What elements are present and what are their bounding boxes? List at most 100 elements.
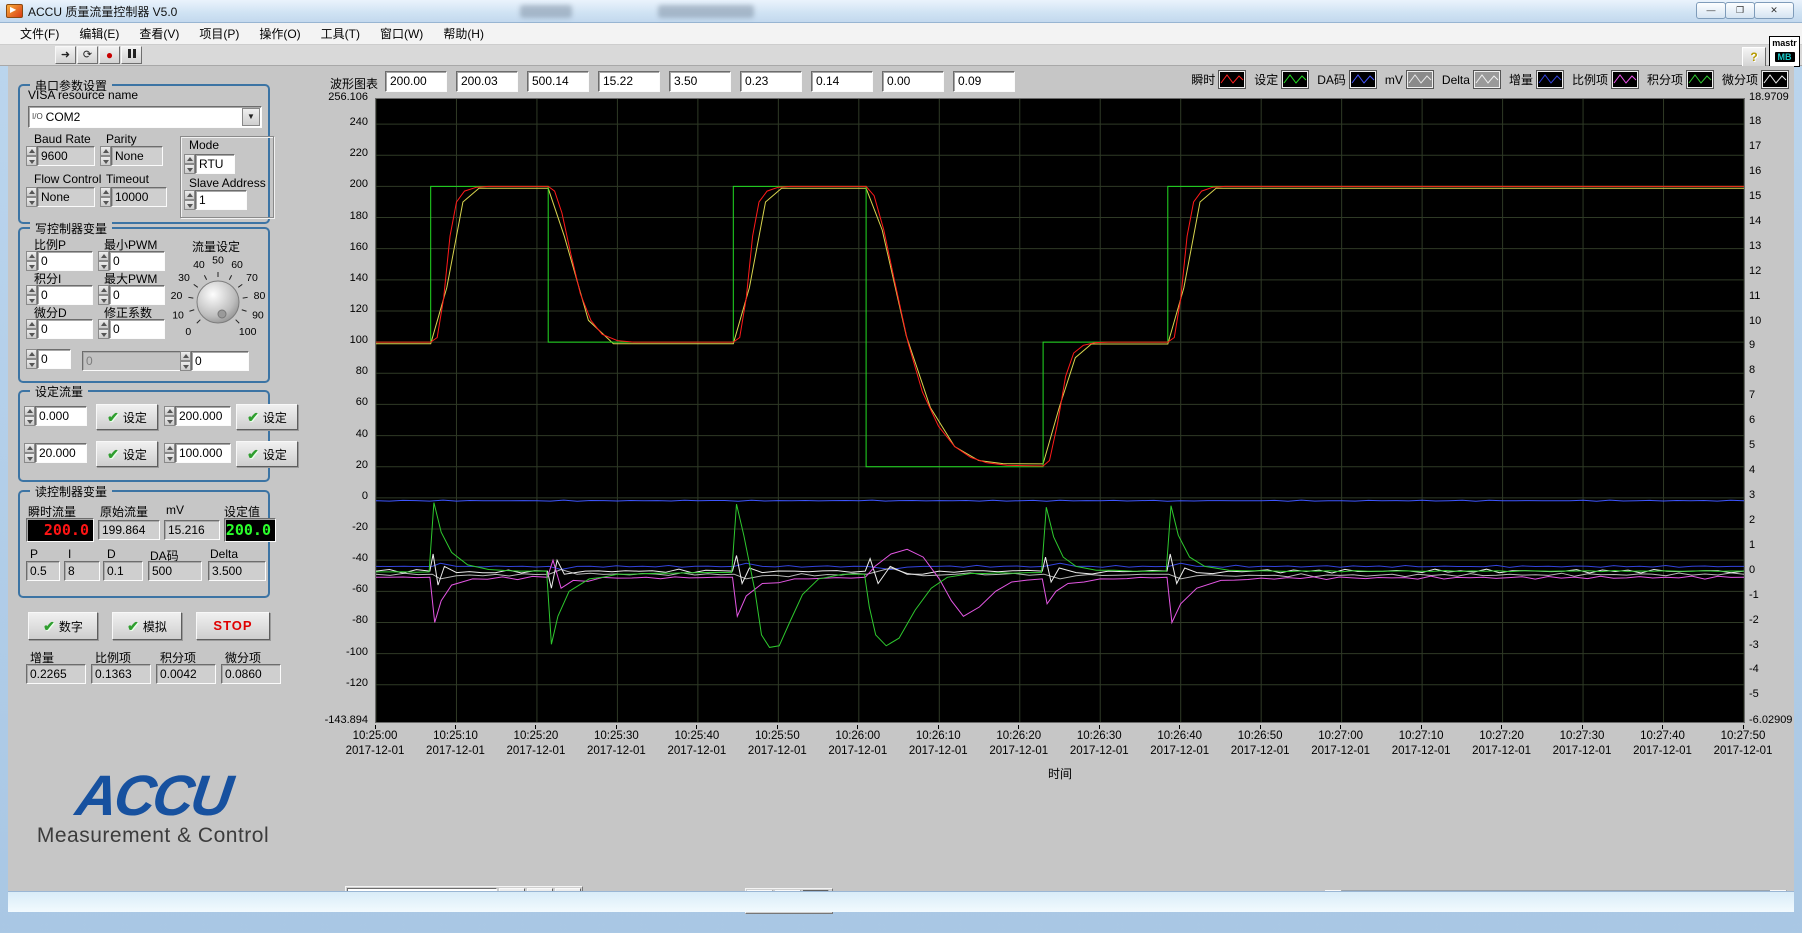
correction-spinner[interactable] bbox=[98, 319, 109, 339]
baud-spinner[interactable] bbox=[26, 146, 37, 166]
legend-item-增量[interactable]: 增量 bbox=[1509, 71, 1563, 88]
setflow4-spinner[interactable] bbox=[164, 443, 175, 463]
check-icon: ✔ bbox=[43, 618, 55, 634]
setflow3-field[interactable]: 20.000 bbox=[35, 443, 87, 463]
legend-plot-icon[interactable] bbox=[1612, 71, 1638, 88]
pause-button[interactable] bbox=[121, 46, 142, 64]
close-button[interactable]: ✕ bbox=[1754, 2, 1794, 19]
chart-value-row: 200.00200.03500.1415.223.500.230.140.000… bbox=[385, 71, 1015, 92]
legend-item-微分项[interactable]: 微分项 bbox=[1722, 71, 1788, 88]
i-gain-spinner[interactable] bbox=[26, 285, 37, 305]
timeout-spinner[interactable] bbox=[100, 187, 111, 207]
help-button[interactable]: ? bbox=[1742, 47, 1766, 67]
legend-plot-icon[interactable] bbox=[1474, 71, 1500, 88]
svg-text:70: 70 bbox=[246, 272, 258, 284]
y-right-tick-label: 2 bbox=[1749, 514, 1755, 526]
legend-plot-icon[interactable] bbox=[1537, 71, 1563, 88]
set-button-2[interactable]: ✔设定 bbox=[236, 404, 298, 430]
i-gain-field[interactable]: 0 bbox=[37, 285, 93, 305]
visa-resource-combo[interactable]: I/O COM2 ▼ bbox=[28, 106, 262, 128]
legend-plot-icon[interactable] bbox=[1687, 71, 1713, 88]
slave-spinner[interactable] bbox=[184, 190, 195, 210]
setflow3-spinner[interactable] bbox=[24, 443, 35, 463]
set-button-1[interactable]: ✔设定 bbox=[96, 404, 158, 430]
knob-value-field[interactable]: 0 bbox=[191, 351, 249, 371]
menu-item-文件(F)[interactable]: 文件(F) bbox=[10, 23, 69, 44]
flow-setpoint-knob[interactable]: 0102030405060708090100 bbox=[156, 250, 280, 348]
d-gain-spinner[interactable] bbox=[26, 319, 37, 339]
mode-spinner[interactable] bbox=[184, 154, 195, 174]
setflow1-field[interactable]: 0.000 bbox=[35, 406, 87, 426]
mode-field[interactable]: RTU bbox=[195, 154, 235, 174]
legend-item-Delta[interactable]: Delta bbox=[1442, 71, 1500, 88]
restore-button[interactable]: ❐ bbox=[1725, 2, 1755, 19]
y-right-tick-label: 6 bbox=[1749, 414, 1755, 426]
d-label: D bbox=[107, 547, 116, 561]
p-gain-spinner[interactable] bbox=[26, 251, 37, 271]
combo-dropdown-icon[interactable]: ▼ bbox=[242, 108, 260, 126]
knob-value-spinner[interactable] bbox=[180, 351, 191, 371]
menu-item-项目(P)[interactable]: 项目(P) bbox=[189, 23, 249, 44]
x-tick-mark bbox=[1179, 725, 1180, 729]
menu-item-编辑(E)[interactable]: 编辑(E) bbox=[69, 23, 129, 44]
flow-spinner[interactable] bbox=[26, 187, 37, 207]
y-left-tick-label: 140 bbox=[350, 272, 368, 284]
legend-item-DA码[interactable]: DA码 bbox=[1317, 71, 1376, 88]
digital-button[interactable]: ✔数字 bbox=[28, 612, 98, 640]
analog-button[interactable]: ✔模拟 bbox=[112, 612, 182, 640]
x-tick-mark bbox=[535, 725, 536, 729]
setflow4-field[interactable]: 100.000 bbox=[175, 443, 231, 463]
setflow2-spinner[interactable] bbox=[164, 406, 175, 426]
setflow1-spinner[interactable] bbox=[24, 406, 35, 426]
legend-plot-icon[interactable] bbox=[1407, 71, 1433, 88]
legend-item-mV[interactable]: mV bbox=[1385, 71, 1433, 88]
legend-plot-icon[interactable] bbox=[1762, 71, 1788, 88]
extra-spinner[interactable] bbox=[26, 349, 37, 369]
plot-canvas[interactable] bbox=[376, 99, 1744, 722]
y-right-tick-label: -5 bbox=[1749, 688, 1759, 700]
legend-item-瞬时[interactable]: 瞬时 bbox=[1191, 71, 1245, 88]
stop-button[interactable]: STOP bbox=[196, 612, 270, 640]
abort-button[interactable]: ● bbox=[99, 46, 120, 64]
setflow2-field[interactable]: 200.000 bbox=[175, 406, 231, 426]
svg-text:0: 0 bbox=[185, 326, 191, 338]
x-tick-date: 2017-12-01 bbox=[1135, 745, 1225, 757]
min-pwm-spinner[interactable] bbox=[98, 251, 109, 271]
legend-item-积分项[interactable]: 积分项 bbox=[1647, 71, 1713, 88]
legend-plot-icon[interactable] bbox=[1282, 71, 1308, 88]
menu-item-帮助(H)[interactable]: 帮助(H) bbox=[433, 23, 494, 44]
run-toolbar: ➜ ⟳ ● bbox=[0, 45, 1802, 66]
set-button-3[interactable]: ✔设定 bbox=[96, 441, 158, 467]
x-tick-mark bbox=[1501, 725, 1502, 729]
parity-spinner[interactable] bbox=[100, 146, 111, 166]
baud-field[interactable]: 9600 bbox=[37, 146, 95, 166]
master-label: mastr bbox=[1770, 37, 1799, 49]
p-gain-field[interactable]: 0 bbox=[37, 251, 93, 271]
x-tick-mark bbox=[1340, 725, 1341, 729]
check-icon: ✔ bbox=[247, 409, 259, 425]
flow-control-field[interactable]: None bbox=[37, 187, 95, 207]
menu-item-操作(O)[interactable]: 操作(O) bbox=[249, 23, 310, 44]
inst-flow-display: 200.0 bbox=[26, 518, 94, 542]
slave-address-field[interactable]: 1 bbox=[195, 190, 247, 210]
max-pwm-spinner[interactable] bbox=[98, 285, 109, 305]
menu-item-查看(V)[interactable]: 查看(V) bbox=[129, 23, 189, 44]
legend-plot-icon[interactable] bbox=[1219, 71, 1245, 88]
set-button-4[interactable]: ✔设定 bbox=[236, 441, 298, 467]
legend-item-设定[interactable]: 设定 bbox=[1254, 71, 1308, 88]
extra-field[interactable]: 0 bbox=[37, 349, 71, 369]
plot-area[interactable] bbox=[375, 98, 1745, 723]
legend-plot-icon[interactable] bbox=[1350, 71, 1376, 88]
parity-field[interactable]: None bbox=[111, 146, 163, 166]
timeout-field[interactable]: 10000 bbox=[111, 187, 167, 207]
d-gain-field[interactable]: 0 bbox=[37, 319, 93, 339]
legend-item-比例项[interactable]: 比例项 bbox=[1572, 71, 1638, 88]
x-tick-label: 10:25:302017-12-01 bbox=[571, 725, 661, 757]
menu-item-窗口(W)[interactable]: 窗口(W) bbox=[370, 23, 433, 44]
run-continuous-button[interactable]: ⟳ bbox=[77, 46, 98, 64]
run-button[interactable]: ➜ bbox=[55, 46, 76, 64]
title-bar[interactable]: ACCU 质量流量控制器 V5.0 — ❐ ✕ bbox=[0, 0, 1802, 23]
x-tick-mark bbox=[696, 725, 697, 729]
menu-item-工具(T)[interactable]: 工具(T) bbox=[311, 23, 370, 44]
minimize-button[interactable]: — bbox=[1696, 2, 1726, 19]
